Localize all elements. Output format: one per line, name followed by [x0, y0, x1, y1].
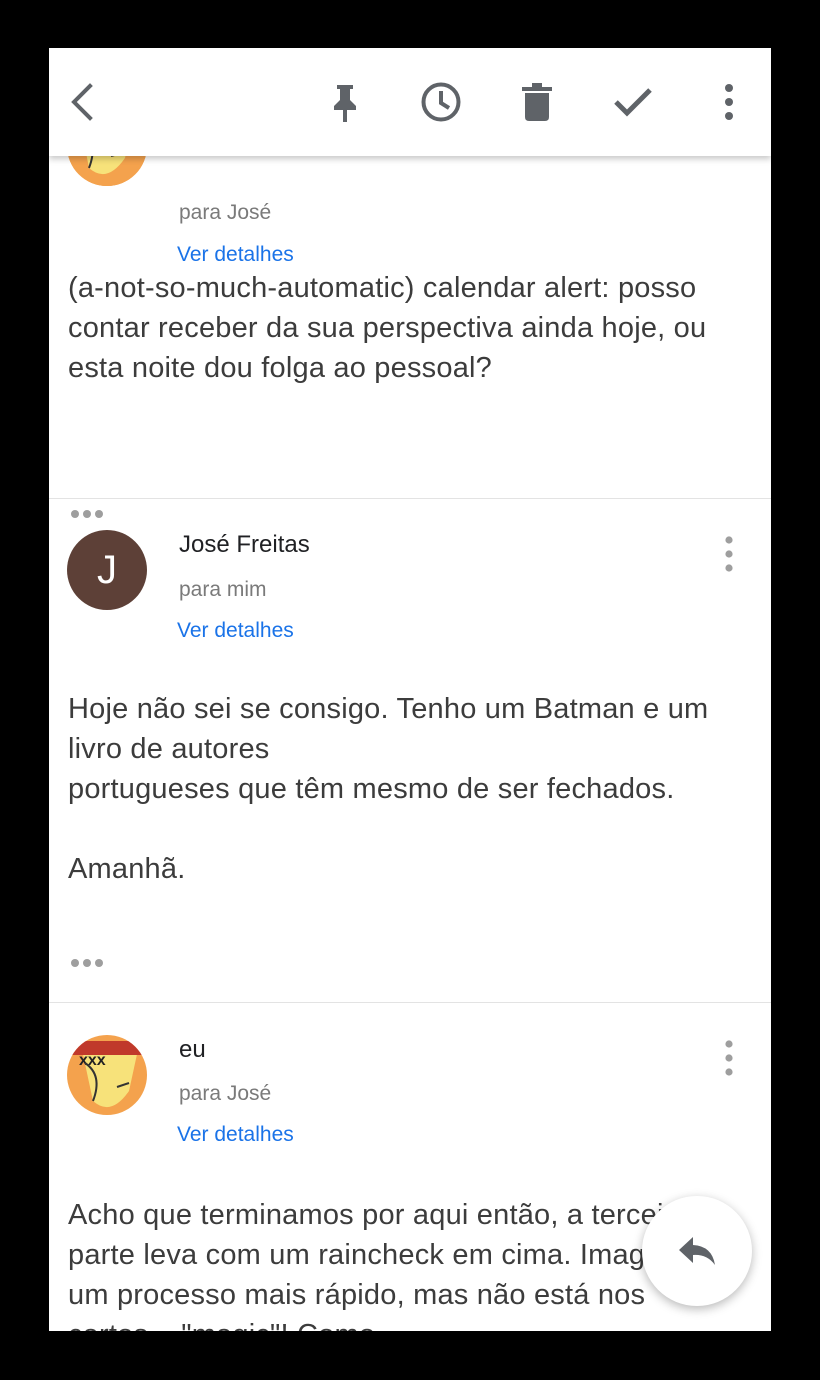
- more-vert-icon: [725, 536, 733, 572]
- clock-icon: [421, 82, 461, 122]
- avatar-letter: J: [97, 547, 117, 592]
- pin-button[interactable]: [319, 76, 371, 128]
- delete-button[interactable]: [511, 76, 563, 128]
- avatar[interactable]: xxx: [67, 1035, 147, 1115]
- message-sender: José Freitas: [179, 531, 310, 558]
- reply-icon: [679, 1237, 715, 1265]
- message-more-button[interactable]: [715, 532, 743, 576]
- back-arrow-icon: [71, 83, 93, 121]
- svg-text:xxx: xxx: [79, 1052, 106, 1069]
- reply-button[interactable]: [642, 1196, 752, 1306]
- message-recipient: para José: [179, 201, 272, 224]
- message-body: Acho que terminamos por aqui então, a te…: [68, 1199, 715, 1331]
- snooze-button[interactable]: [415, 76, 467, 128]
- more-vert-icon: [725, 84, 733, 120]
- view-details-link[interactable]: Ver detalhes: [177, 1123, 294, 1147]
- more-vert-icon: [725, 1040, 733, 1076]
- message-more-button[interactable]: [715, 1036, 743, 1080]
- show-trimmed-content-icon[interactable]: [69, 955, 109, 971]
- pin-icon: [334, 85, 356, 122]
- more-options-button[interactable]: [703, 76, 755, 128]
- message-body: Hoje não sei se consigo. Tenho um Batman…: [68, 693, 709, 885]
- archive-done-button[interactable]: [607, 76, 659, 128]
- message-1: para José Ver detalhes (a-not-so-much-au…: [49, 104, 771, 546]
- check-icon: [614, 88, 652, 117]
- message-body: (a-not-so-much-automatic) calendar alert…: [68, 272, 707, 384]
- message-recipient: para mim: [179, 578, 267, 601]
- message-recipient: para José: [179, 1082, 272, 1105]
- message-2: J José Freitas para mim Ver detalhes Hoj…: [49, 499, 771, 1002]
- top-toolbar: [49, 48, 771, 156]
- view-details-link[interactable]: Ver detalhes: [177, 243, 294, 267]
- back-button[interactable]: [55, 76, 107, 128]
- avatar[interactable]: J: [67, 530, 147, 610]
- trash-icon: [522, 83, 552, 121]
- message-sender: eu: [179, 1036, 206, 1063]
- view-details-link[interactable]: Ver detalhes: [177, 619, 294, 643]
- email-thread-screen: para José Ver detalhes (a-not-so-much-au…: [49, 48, 771, 1331]
